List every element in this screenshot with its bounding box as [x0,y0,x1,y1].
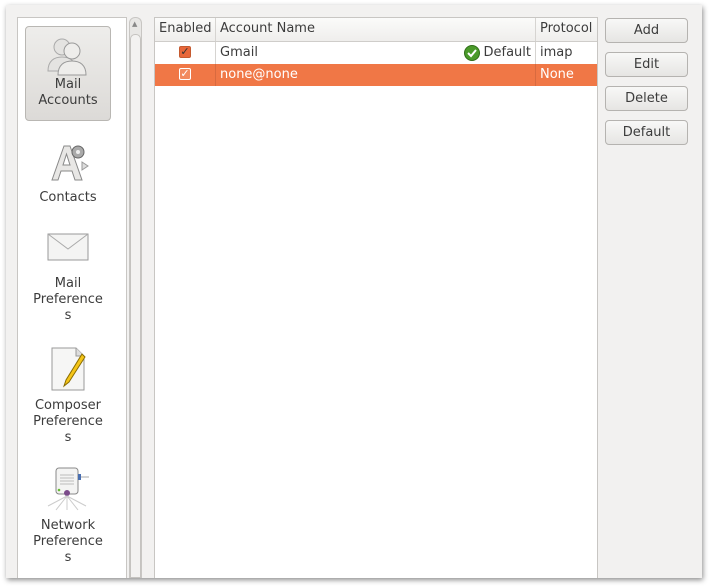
accounts-table: Enabled Account Name Protocol ✓ Gmail De… [154,17,598,578]
sidebar-item-label: Accounts [38,93,98,108]
sidebar-item-label: Composer [34,398,101,413]
scroll-up-arrow-icon[interactable]: ▲ [132,20,137,28]
sidebar-item-label: s [64,430,72,445]
envelope-icon [47,233,89,261]
sidebar-item-label: Network [40,518,96,533]
sidebar-scrollbar[interactable]: ▲ [129,17,142,578]
sidebar-item-label: s [64,550,72,565]
contacts-icon [51,145,89,181]
sidebar-item-label: Preference [33,414,103,429]
preferences-sidebar: Mail Accounts Contacts Mail Preference s… [17,17,127,578]
document-pencil-icon [51,347,86,391]
enabled-checkbox[interactable]: ✓ [179,45,191,58]
sidebar-item-label: Mail [54,276,82,291]
preferences-window: Mail Accounts Contacts Mail Preference s… [6,5,702,578]
protocol: None [540,67,574,82]
add-button[interactable]: Add [605,18,688,43]
delete-button[interactable]: Delete [605,86,688,111]
scrollbar-thumb[interactable] [130,34,141,578]
column-header-protocol[interactable]: Protocol [536,18,597,41]
default-check-icon [463,45,480,61]
network-server-icon [47,467,89,511]
sidebar-item-mail-preferences[interactable]: Mail Preference s [25,230,111,324]
sidebar-item-label: Preference [33,534,103,549]
account-name: Gmail [220,45,258,60]
account-name: none@none [220,67,298,82]
sidebar-item-label: Mail [54,77,82,92]
sidebar-item-contacts[interactable]: Contacts [25,140,111,206]
table-row[interactable]: ✓ none@none None [155,64,597,86]
table-row[interactable]: ✓ Gmail Default imap [155,42,597,64]
table-header: Enabled Account Name Protocol [155,18,597,42]
sidebar-item-mail-accounts[interactable]: Mail Accounts [25,26,111,121]
users-icon [47,38,87,76]
sidebar-item-network-preferences[interactable]: Network Preference s [25,466,111,566]
sidebar-item-label: Preference [33,292,103,307]
protocol: imap [540,45,573,60]
default-button[interactable]: Default [605,120,688,145]
sidebar-item-label: Contacts [39,190,97,205]
column-header-account-name[interactable]: Account Name [216,18,536,41]
default-label: Default [483,45,532,60]
sidebar-item-composer-preferences[interactable]: Composer Preference s [25,346,111,446]
enabled-checkbox[interactable]: ✓ [179,67,191,80]
sidebar-item-label: s [64,308,72,323]
edit-button[interactable]: Edit [605,52,688,77]
column-header-enabled[interactable]: Enabled [155,18,216,41]
